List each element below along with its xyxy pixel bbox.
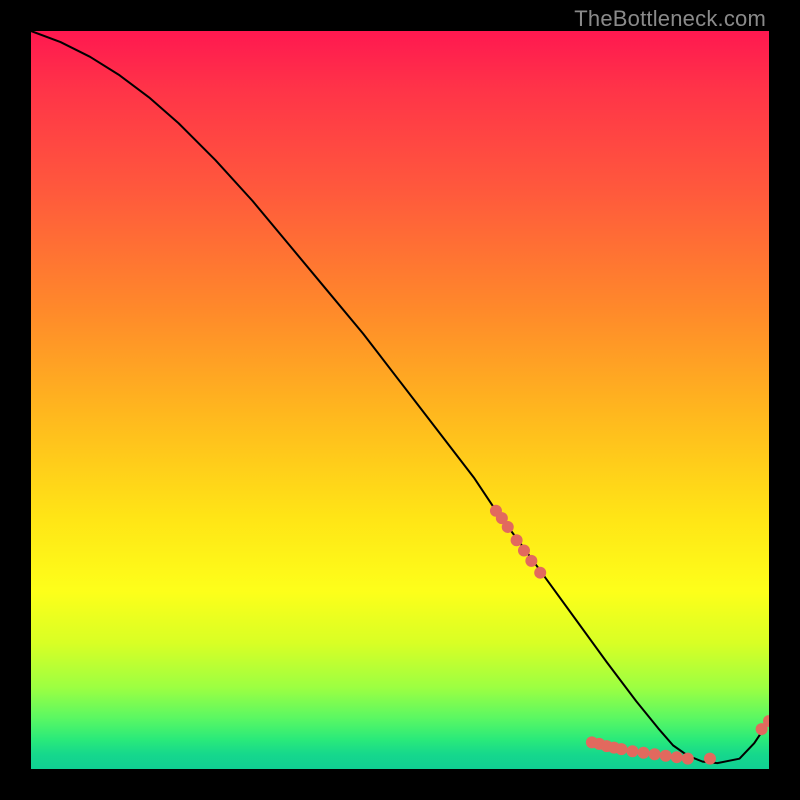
data-marker [626, 745, 638, 757]
curve-layer [31, 31, 769, 763]
chart-frame: TheBottleneck.com [0, 0, 800, 800]
data-marker [502, 521, 514, 533]
data-marker [638, 747, 650, 759]
data-marker [518, 545, 530, 557]
data-marker [671, 751, 683, 763]
chart-svg [31, 31, 769, 769]
data-marker [534, 567, 546, 579]
marker-layer [490, 505, 769, 765]
watermark-text: TheBottleneck.com [574, 6, 766, 32]
data-marker [682, 753, 694, 765]
data-marker [649, 748, 661, 760]
bottleneck-curve [31, 31, 769, 763]
data-marker [660, 750, 672, 762]
data-marker [704, 753, 716, 765]
data-marker [511, 534, 523, 546]
data-marker [615, 743, 627, 755]
plot-area [31, 31, 769, 769]
data-marker [525, 555, 537, 567]
